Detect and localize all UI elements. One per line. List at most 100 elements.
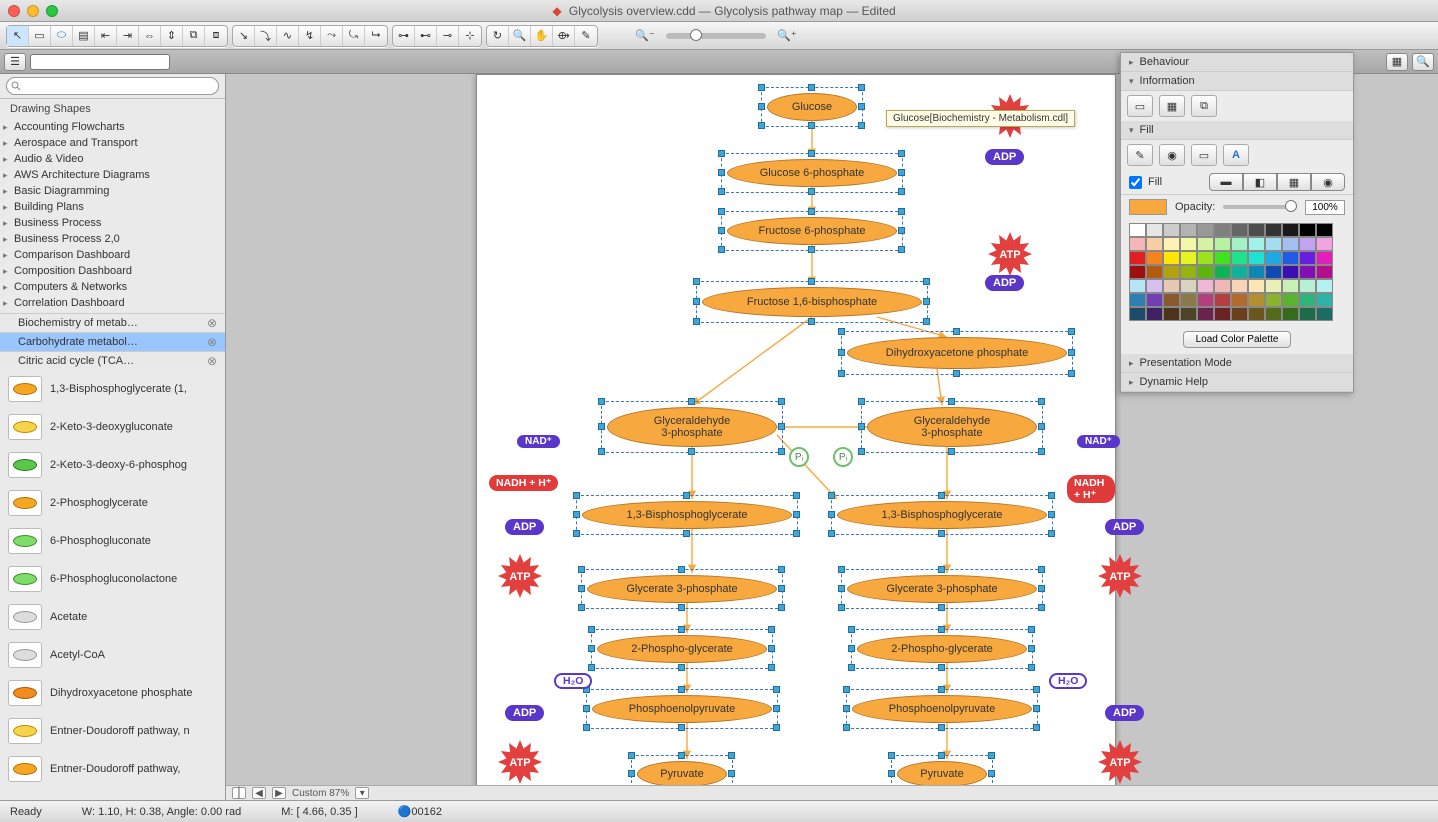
fill-solid-tab[interactable]: ◉ [1159,144,1185,166]
merge-tool[interactable]: ⊹ [459,26,481,46]
metabolite-pyr1[interactable]: Pyruvate [637,761,727,787]
color-swatch[interactable] [1214,223,1231,237]
metabolite-pyr2[interactable]: Pyruvate [897,761,987,787]
metabolite-gap1[interactable]: Glyceraldehyde 3-phosphate [607,407,777,447]
fill-section-header[interactable]: ▾Fill [1121,121,1353,140]
info-tab-2[interactable]: ▦ [1159,95,1185,117]
color-swatch[interactable] [1129,237,1146,251]
shape-item[interactable]: Entner-Doudoroff pathway, n [0,712,225,750]
color-swatch[interactable] [1197,237,1214,251]
category-item[interactable]: Comparison Dashboard [0,247,225,263]
metabolite-pep1[interactable]: Phosphoenolpyruvate [592,695,772,723]
shape-item[interactable]: 6-Phosphogluconolactone [0,560,225,598]
color-swatch[interactable] [1316,237,1333,251]
category-item[interactable]: Building Plans [0,199,225,215]
color-swatch[interactable] [1129,293,1146,307]
open-library-item[interactable]: Carbohydrate metabol…⊗ [0,332,225,351]
metabolite-dhap[interactable]: Dihydroxyacetone phosphate [847,337,1067,369]
text-tool[interactable]: ▤ [73,26,95,46]
library-toggle-button[interactable]: ☰ [4,53,26,71]
category-item[interactable]: Computers & Networks [0,279,225,295]
page-next-button[interactable]: ▶ [272,787,286,799]
color-swatch[interactable] [1146,265,1163,279]
color-swatch[interactable] [1146,293,1163,307]
metabolite-pg2[interactable]: 2-Phospho-glycerate [857,635,1027,663]
opacity-input[interactable] [1305,200,1345,215]
color-swatch[interactable] [1197,223,1214,237]
category-item[interactable]: Basic Diagramming [0,183,225,199]
color-swatch[interactable] [1248,307,1265,321]
shape-item[interactable]: Acetyl-CoA [0,636,225,674]
color-swatch[interactable] [1299,279,1316,293]
arc-tool[interactable]: ⤵ [255,26,277,46]
color-swatch[interactable] [1316,279,1333,293]
color-swatch[interactable] [1231,251,1248,265]
color-swatch[interactable] [1299,265,1316,279]
color-swatch[interactable] [1163,265,1180,279]
color-swatch[interactable] [1282,251,1299,265]
search-button[interactable]: 🔍 [1412,53,1434,71]
color-swatch[interactable] [1265,223,1282,237]
metabolite-bpg1[interactable]: 1,3-Bisphosphoglycerate [582,501,792,529]
fill-style-linear[interactable]: ◧ [1243,173,1277,191]
grid-view-button[interactable]: ▦ [1386,53,1408,71]
color-swatch[interactable] [1180,293,1197,307]
color-swatch[interactable] [1248,279,1265,293]
color-swatch[interactable] [1214,265,1231,279]
color-swatch[interactable] [1265,251,1282,265]
shape-search-input[interactable] [6,77,219,95]
connector-tool[interactable]: ⤳ [321,26,343,46]
color-swatch[interactable] [1163,279,1180,293]
rect-tool[interactable]: ▭ [29,26,51,46]
color-swatch[interactable] [1180,251,1197,265]
minimize-icon[interactable] [27,5,39,17]
category-item[interactable]: Business Process 2,0 [0,231,225,247]
shape-item[interactable]: Entner-Doudoroff pathway, [0,750,225,788]
color-swatch[interactable] [1129,279,1146,293]
color-swatch[interactable] [1316,307,1333,321]
load-palette-button[interactable]: Load Color Palette [1183,331,1292,348]
curve-tool[interactable]: ∿ [277,26,299,46]
color-swatch[interactable] [1282,279,1299,293]
shape-item[interactable]: 2-Keto-3-deoxygluconate [0,408,225,446]
color-swatch[interactable] [1299,251,1316,265]
metabolite-pg1[interactable]: 2-Phospho-glycerate [597,635,767,663]
distribute-h-tool[interactable]: ⇔ [139,26,161,46]
color-swatch[interactable] [1214,307,1231,321]
close-library-icon[interactable]: ⊗ [207,335,217,349]
color-swatch[interactable] [1282,293,1299,307]
color-swatch[interactable] [1316,293,1333,307]
category-item[interactable]: Business Process [0,215,225,231]
select-tool[interactable]: ↖ [7,26,29,46]
align-left-tool[interactable]: ⇤ [95,26,117,46]
color-swatch[interactable] [1180,237,1197,251]
color-swatch[interactable] [1231,279,1248,293]
color-swatch[interactable] [1180,279,1197,293]
align-right-tool[interactable]: ⇥ [117,26,139,46]
fill-text-tab[interactable]: A [1223,144,1249,166]
fill-gradient-tab[interactable]: ▭ [1191,144,1217,166]
category-item[interactable]: Composition Dashboard [0,263,225,279]
color-swatch[interactable] [1299,307,1316,321]
color-swatch[interactable] [1231,223,1248,237]
color-swatch[interactable] [1146,251,1163,265]
color-swatch[interactable] [1197,279,1214,293]
color-swatch[interactable] [1299,237,1316,251]
tree-tool[interactable]: ⊶ [393,26,415,46]
metabolite-g6p[interactable]: Glucose 6-phosphate [727,159,897,187]
zoom-out-button[interactable]: 🔍⁻ [634,26,656,46]
close-library-icon[interactable]: ⊗ [207,316,217,330]
color-swatch[interactable] [1265,293,1282,307]
zoom-label[interactable]: Custom 87% [292,788,349,799]
branch-tool[interactable]: ⊸ [437,26,459,46]
color-swatch[interactable] [1316,223,1333,237]
category-item[interactable]: Correlation Dashboard [0,295,225,311]
category-item[interactable]: Audio & Video [0,151,225,167]
smartconnector-tool[interactable]: ⤿ [343,26,365,46]
metabolite-f16bp[interactable]: Fructose 1,6-bisphosphate [702,287,922,317]
color-swatch[interactable] [1214,251,1231,265]
color-swatch[interactable] [1180,307,1197,321]
distribute-v-tool[interactable]: ⇕ [161,26,183,46]
color-swatch[interactable] [1163,237,1180,251]
color-swatch[interactable] [1231,293,1248,307]
